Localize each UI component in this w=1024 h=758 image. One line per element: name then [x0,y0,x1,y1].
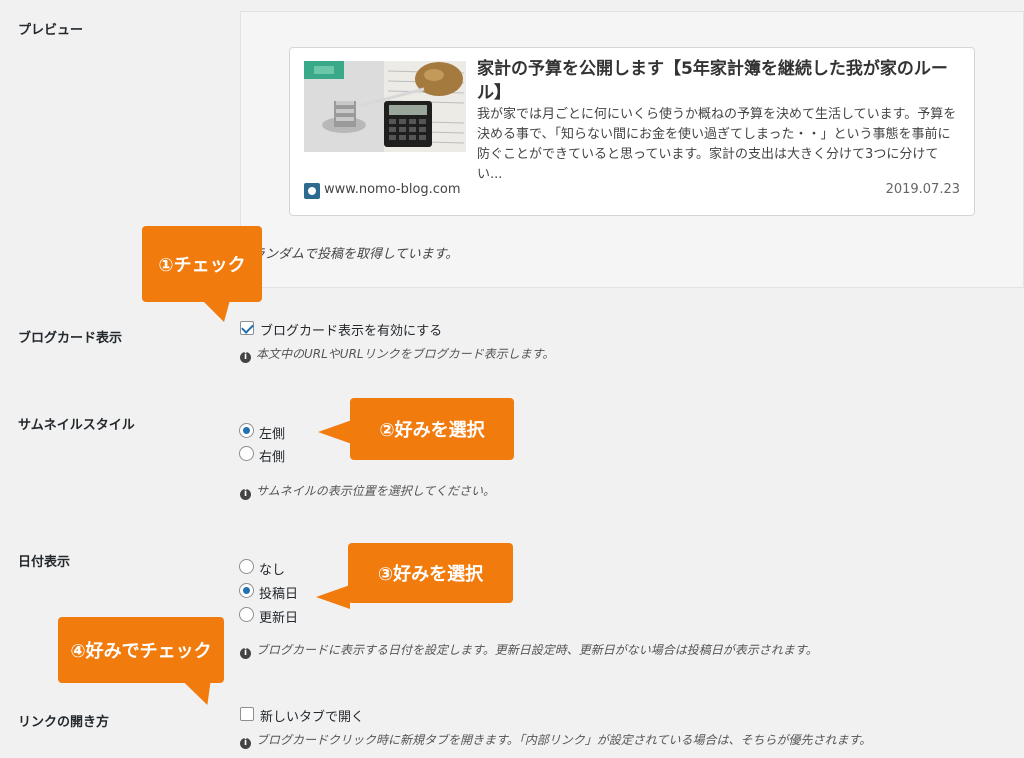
date-posted-radio[interactable] [239,583,254,598]
thumb-left-label: 左側 [259,427,286,442]
date-display-label: 日付表示 [18,555,71,570]
card-date: 2019.07.23 [885,182,960,197]
blogcard-enable-label: ブログカード表示を有効にする [260,324,443,339]
date-none-radio[interactable] [239,559,254,574]
blogcard-label: ブログカード表示 [18,331,123,346]
card-excerpt: 我が家では月ごとに何にいくら使うか概ねの予算を決めて生活しています。予算を決める… [477,107,957,182]
info-icon: i [240,489,251,500]
callout-optional-check-tail [182,681,222,705]
thumb-right-label: 右側 [259,450,286,465]
callout-select-thumb: ②好みを選択 [350,398,514,460]
date-updated-radio[interactable] [239,607,254,622]
new-tab-checkbox[interactable] [240,707,254,721]
date-help: i ブログカードに表示する日付を設定します。更新日設定時、更新日がない場合は投稿日… [240,641,818,659]
info-icon: i [240,738,251,749]
callout-check: ①チェック [142,226,262,302]
date-none-label: なし [259,563,286,578]
callout-select-date: ③好みを選択 [348,543,513,603]
thumb-style-help: i サムネイルの表示位置を選択してください。 [240,482,495,500]
thumb-left-radio[interactable] [239,423,254,438]
info-icon: i [240,352,251,363]
site-favicon-icon [304,183,320,199]
preview-label: プレビュー [18,23,84,38]
blogcard-help: i 本文中のURLやURLリンクをブログカード表示します。 [240,345,554,363]
date-updated-label: 更新日 [259,611,299,626]
thumb-right-radio[interactable] [239,446,254,461]
callout-select-thumb-tail [318,420,352,444]
date-posted-label: 投稿日 [259,587,299,602]
callout-optional-check: ④好みでチェック [58,617,224,683]
thumbnail-style-label: サムネイルスタイル [18,418,135,433]
card-title: 家計の予算を公開します【5年家計簿を継続した我が家のルール】 [477,59,948,103]
callout-check-tail [201,300,239,322]
info-icon: i [240,648,251,659]
card-site-url: www.nomo-blog.com [324,182,461,197]
link-help: i ブログカードクリック時に新規タブを開きます。「内部リンク」が設定されている場合… [240,731,871,749]
callout-select-date-tail [316,585,350,609]
random-post-note: ランダムで投稿を取得しています。 [252,247,459,262]
link-open-label: リンクの開き方 [18,715,110,730]
new-tab-label: 新しいタブで開く [260,710,365,725]
blogcard-enable-checkbox[interactable] [240,321,254,335]
card-thumbnail [304,61,466,152]
